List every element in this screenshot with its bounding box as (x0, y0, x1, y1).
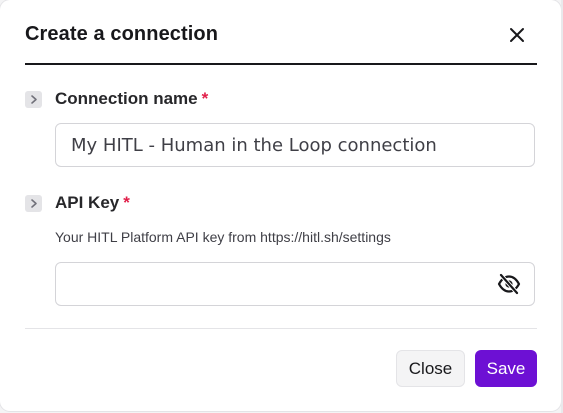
connection-name-expand-button[interactable] (25, 91, 42, 108)
close-icon (510, 28, 524, 42)
toggle-visibility-button[interactable] (497, 273, 521, 295)
connection-name-label: Connection name * (55, 88, 208, 110)
connection-name-input[interactable] (56, 124, 534, 166)
api-key-label-text: API Key (55, 193, 120, 212)
save-button[interactable]: Save (475, 350, 537, 387)
connection-name-label-text: Connection name (55, 89, 198, 108)
api-key-label: API Key * (55, 192, 130, 214)
eye-off-icon (497, 273, 521, 295)
close-button[interactable]: Close (396, 350, 465, 387)
dialog-title: Create a connection (25, 23, 219, 45)
footer-divider (25, 328, 537, 329)
api-key-field-container (55, 262, 535, 306)
chevron-right-icon (31, 95, 37, 104)
connection-name-field-container (55, 123, 535, 167)
create-connection-dialog: Create a connection Connection name* API… (0, 0, 561, 411)
required-marker: * (201, 89, 209, 108)
header-divider (25, 63, 537, 65)
close-dialog-button[interactable] (504, 22, 530, 48)
api-key-expand-button[interactable] (25, 195, 42, 212)
api-key-input[interactable] (56, 263, 534, 305)
required-marker: * (123, 193, 130, 212)
chevron-right-icon (31, 199, 37, 208)
api-key-hint: Your HITL Platform API key from https://… (55, 229, 391, 245)
